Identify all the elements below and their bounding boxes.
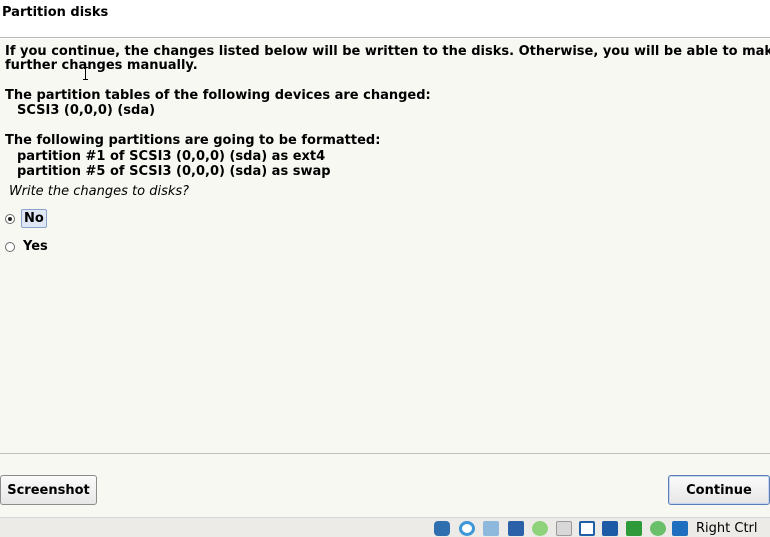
intro-text-line1: If you continue, the changes listed belo… [5,44,770,59]
format-item: partition #5 of SCSI3 (0,0,0) (sda) as s… [17,164,331,179]
tables-heading: The partition tables of the following de… [5,88,431,103]
content-area: If you continue, the changes listed belo… [0,39,770,453]
network-icon[interactable] [508,521,524,536]
intro-text-line2: further changes manually. [5,58,198,73]
option-yes[interactable]: Yes [5,238,50,255]
cpu-icon[interactable] [626,521,642,536]
display-icon[interactable] [579,521,595,536]
write-changes-prompt: Write the changes to disks? [9,184,190,199]
text-cursor-icon [83,67,88,80]
optical-drive-icon[interactable] [434,521,450,536]
option-no-label[interactable]: No [21,209,47,228]
radio-unselected-icon[interactable] [5,241,15,252]
download-icon[interactable] [672,521,688,536]
tables-device: SCSI3 (0,0,0) (sda) [17,103,156,118]
screenshot-button[interactable]: Screenshot [0,475,97,505]
format-heading: The following partitions are going to be… [5,133,381,148]
audio-icon[interactable] [483,521,499,536]
continue-button[interactable]: Continue [668,475,770,505]
format-item: partition #1 of SCSI3 (0,0,0) (sda) as e… [17,149,326,164]
video-capture-icon[interactable] [602,521,618,536]
mouse-integration-icon[interactable] [650,521,666,536]
page-title: Partition disks [2,5,109,20]
host-key-label: Right Ctrl [696,521,758,536]
usb-icon[interactable] [532,521,548,536]
option-no[interactable]: No [5,209,47,228]
radio-selected-icon[interactable] [5,213,15,224]
option-yes-label[interactable]: Yes [21,238,50,255]
footer: Screenshot Continue [0,453,770,517]
header: Partition disks [0,0,770,38]
vm-status-bar: Right Ctrl [0,517,770,537]
shared-folder-icon[interactable] [556,521,572,536]
disc-icon[interactable] [459,521,475,536]
